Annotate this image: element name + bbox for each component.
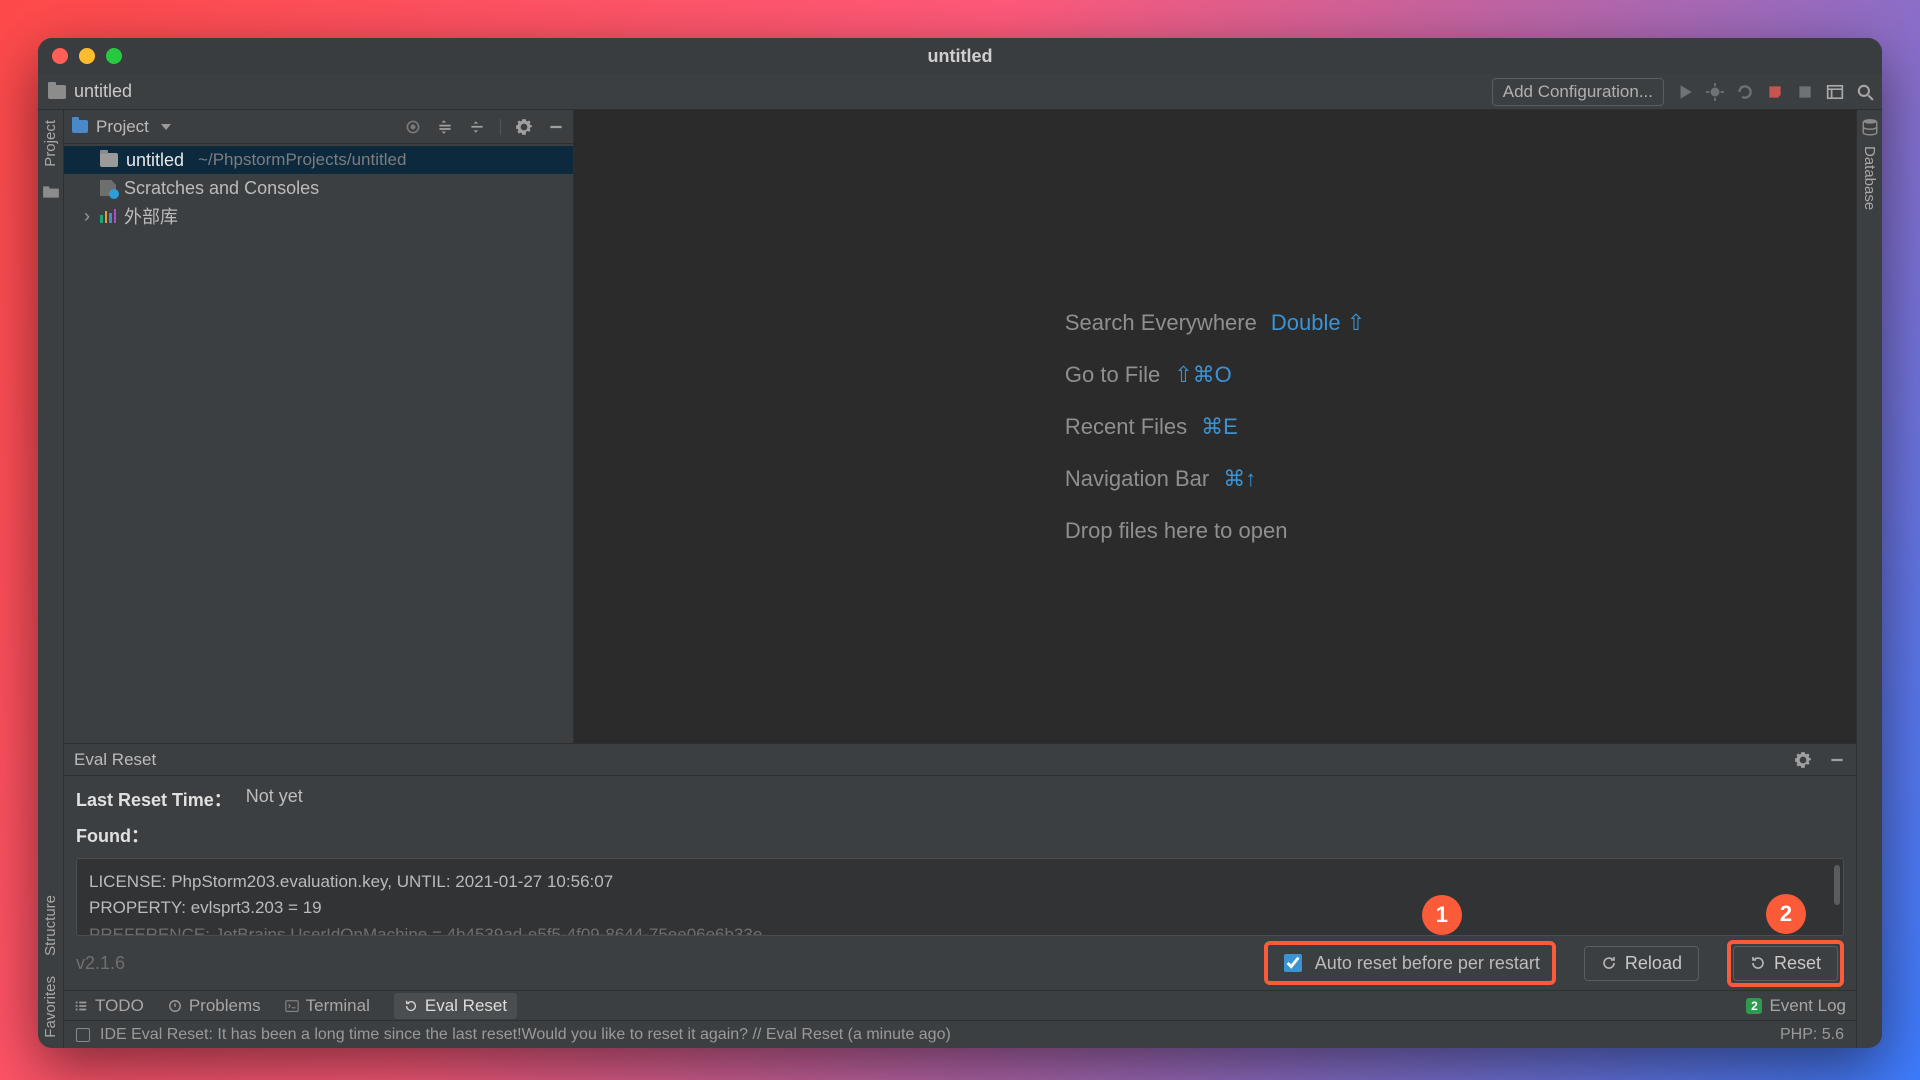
reload-button[interactable]: Reload bbox=[1584, 946, 1699, 981]
tab-structure[interactable]: Structure bbox=[40, 885, 61, 966]
window-title: untitled bbox=[38, 46, 1882, 67]
search-icon[interactable] bbox=[1856, 83, 1874, 101]
found-line: LICENSE: PhpStorm203.evaluation.key, UNT… bbox=[89, 869, 1831, 895]
found-list[interactable]: LICENSE: PhpStorm203.evaluation.key, UNT… bbox=[76, 858, 1844, 936]
hint-search: Search Everywhere bbox=[1065, 310, 1257, 336]
status-bar: IDE Eval Reset: It has been a long time … bbox=[64, 1020, 1856, 1048]
kbd-recent: ⌘E bbox=[1201, 414, 1238, 440]
project-tool-window: Project bbox=[64, 110, 574, 743]
tw-problems[interactable]: Problems bbox=[168, 996, 261, 1016]
database-icon[interactable] bbox=[1861, 118, 1879, 136]
kbd-navbar: ⌘↑ bbox=[1223, 466, 1256, 492]
tab-database[interactable]: Database bbox=[1859, 136, 1880, 220]
run-icon[interactable] bbox=[1676, 83, 1694, 101]
hint-navbar: Navigation Bar bbox=[1065, 466, 1209, 492]
breadcrumb-project: untitled bbox=[74, 81, 132, 102]
reset-button[interactable]: Reset bbox=[1733, 946, 1838, 981]
project-icon bbox=[72, 120, 88, 133]
expand-all-icon[interactable] bbox=[436, 118, 454, 136]
tw-eval-reset[interactable]: Eval Reset bbox=[394, 993, 517, 1019]
tool-window-bar: TODO Problems Terminal Eval Reset 2Event… bbox=[64, 990, 1856, 1020]
auto-reset-input[interactable] bbox=[1284, 954, 1302, 972]
stop-disabled-icon bbox=[1796, 83, 1814, 101]
auto-reset-checkbox[interactable]: Auto reset before per restart bbox=[1280, 951, 1540, 975]
hint-drop: Drop files here to open bbox=[1065, 518, 1288, 544]
found-label: Found： bbox=[76, 822, 149, 848]
last-reset-label: Last Reset Time： bbox=[76, 786, 232, 812]
gear-icon[interactable] bbox=[1794, 751, 1812, 769]
project-tree[interactable]: untitled ~/PhpstormProjects/untitled Scr… bbox=[64, 144, 573, 743]
tab-project[interactable]: Project bbox=[40, 110, 61, 177]
coverage-icon[interactable] bbox=[1736, 83, 1754, 101]
editor-area[interactable]: Search EverywhereDouble ⇧ Go to File⇧⌘O … bbox=[574, 110, 1856, 743]
right-tool-gutter: Database bbox=[1856, 110, 1882, 1048]
titlebar: untitled bbox=[38, 38, 1882, 74]
kbd-search: Double ⇧ bbox=[1271, 310, 1365, 336]
scratch-icon bbox=[100, 180, 116, 196]
kbd-goto: ⇧⌘O bbox=[1174, 362, 1232, 388]
folder-icon bbox=[100, 153, 118, 167]
folder-small-icon[interactable] bbox=[42, 183, 60, 201]
tree-root[interactable]: untitled ~/PhpstormProjects/untitled bbox=[64, 146, 573, 174]
close-traffic-light[interactable] bbox=[52, 48, 68, 64]
hint-recent: Recent Files bbox=[1065, 414, 1187, 440]
tw-terminal[interactable]: Terminal bbox=[285, 996, 370, 1016]
tree-scratches[interactable]: Scratches and Consoles bbox=[64, 174, 573, 202]
minimize-icon[interactable] bbox=[1828, 751, 1846, 769]
tree-external-libraries[interactable]: › 外部库 bbox=[64, 202, 573, 230]
tw-event-log[interactable]: 2Event Log bbox=[1746, 996, 1846, 1016]
minimize-traffic-light[interactable] bbox=[79, 48, 95, 64]
minimize-icon[interactable] bbox=[547, 118, 565, 136]
gear-icon[interactable] bbox=[515, 118, 533, 136]
stop-icon[interactable] bbox=[1766, 83, 1784, 101]
main-toolbar: untitled Add Configuration... bbox=[38, 74, 1882, 110]
library-icon bbox=[100, 209, 116, 223]
breadcrumb[interactable]: untitled bbox=[48, 81, 132, 102]
found-line: PREFERENCE: JetBrains.UserIdOnMachine = … bbox=[89, 922, 1831, 936]
welcome-hints: Search EverywhereDouble ⇧ Go to File⇧⌘O … bbox=[1065, 310, 1365, 544]
eval-reset-panel: Eval Reset Last Reset Time： Not yet Found… bbox=[64, 743, 1856, 990]
collapse-all-icon[interactable] bbox=[468, 118, 486, 136]
left-tool-gutter: Project Structure Favorites bbox=[38, 110, 64, 1048]
callout-1: 1 Auto reset before per restart bbox=[1264, 941, 1556, 985]
chevron-down-icon[interactable] bbox=[161, 124, 171, 130]
zoom-traffic-light[interactable] bbox=[106, 48, 122, 64]
debug-icon[interactable] bbox=[1706, 83, 1724, 101]
scrollbar[interactable] bbox=[1834, 865, 1840, 905]
annotation-badge-1: 1 bbox=[1422, 895, 1462, 935]
found-line: PROPERTY: evlsprt3.203 = 19 bbox=[89, 895, 1831, 921]
status-icon[interactable] bbox=[76, 1028, 90, 1042]
status-php[interactable]: PHP: 5.6 bbox=[1780, 1026, 1844, 1044]
tw-todo[interactable]: TODO bbox=[74, 996, 144, 1016]
callout-2: 2 Reset bbox=[1727, 940, 1844, 987]
event-badge: 2 bbox=[1746, 998, 1762, 1014]
status-message: IDE Eval Reset: It has been a long time … bbox=[100, 1026, 951, 1044]
target-icon[interactable] bbox=[404, 118, 422, 136]
hint-goto: Go to File bbox=[1065, 362, 1160, 388]
eval-version: v2.1.6 bbox=[76, 953, 125, 974]
ide-window: untitled untitled Add Configuration... bbox=[38, 38, 1882, 1048]
chevron-right-icon[interactable]: › bbox=[82, 206, 92, 227]
eval-panel-title: Eval Reset bbox=[74, 750, 156, 770]
last-reset-value: Not yet bbox=[246, 786, 303, 812]
tab-favorites[interactable]: Favorites bbox=[40, 966, 61, 1048]
layout-icon[interactable] bbox=[1826, 83, 1844, 101]
project-panel-title[interactable]: Project bbox=[96, 117, 149, 137]
annotation-badge-2: 2 bbox=[1766, 894, 1806, 934]
folder-icon bbox=[48, 85, 66, 99]
add-configuration-button[interactable]: Add Configuration... bbox=[1492, 78, 1664, 106]
